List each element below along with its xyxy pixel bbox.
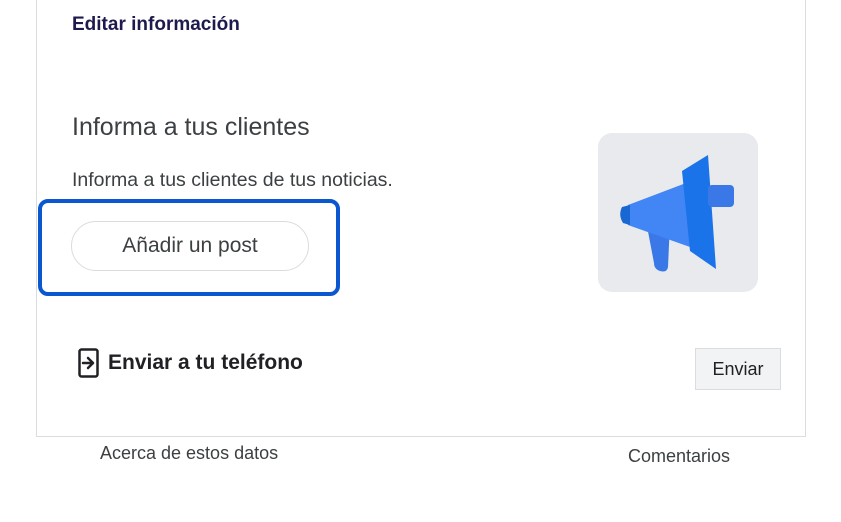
send-to-phone-row: Enviar a tu teléfono: [78, 348, 303, 378]
send-button[interactable]: Enviar: [695, 348, 781, 390]
about-data-link[interactable]: Acerca de estos datos: [100, 443, 278, 464]
megaphone-illustration: [598, 133, 758, 292]
megaphone-icon: [620, 155, 734, 272]
post-card-title: Informa a tus clientes: [72, 113, 310, 141]
feedback-link[interactable]: Comentarios: [628, 446, 730, 467]
add-post-button[interactable]: Añadir un post: [71, 221, 309, 271]
send-to-device-icon: [78, 348, 100, 378]
edit-info-link[interactable]: Editar información: [72, 14, 240, 36]
post-card-description: Informa a tus clientes de tus noticias.: [72, 169, 393, 191]
send-to-phone-title: Enviar a tu teléfono: [108, 351, 303, 374]
